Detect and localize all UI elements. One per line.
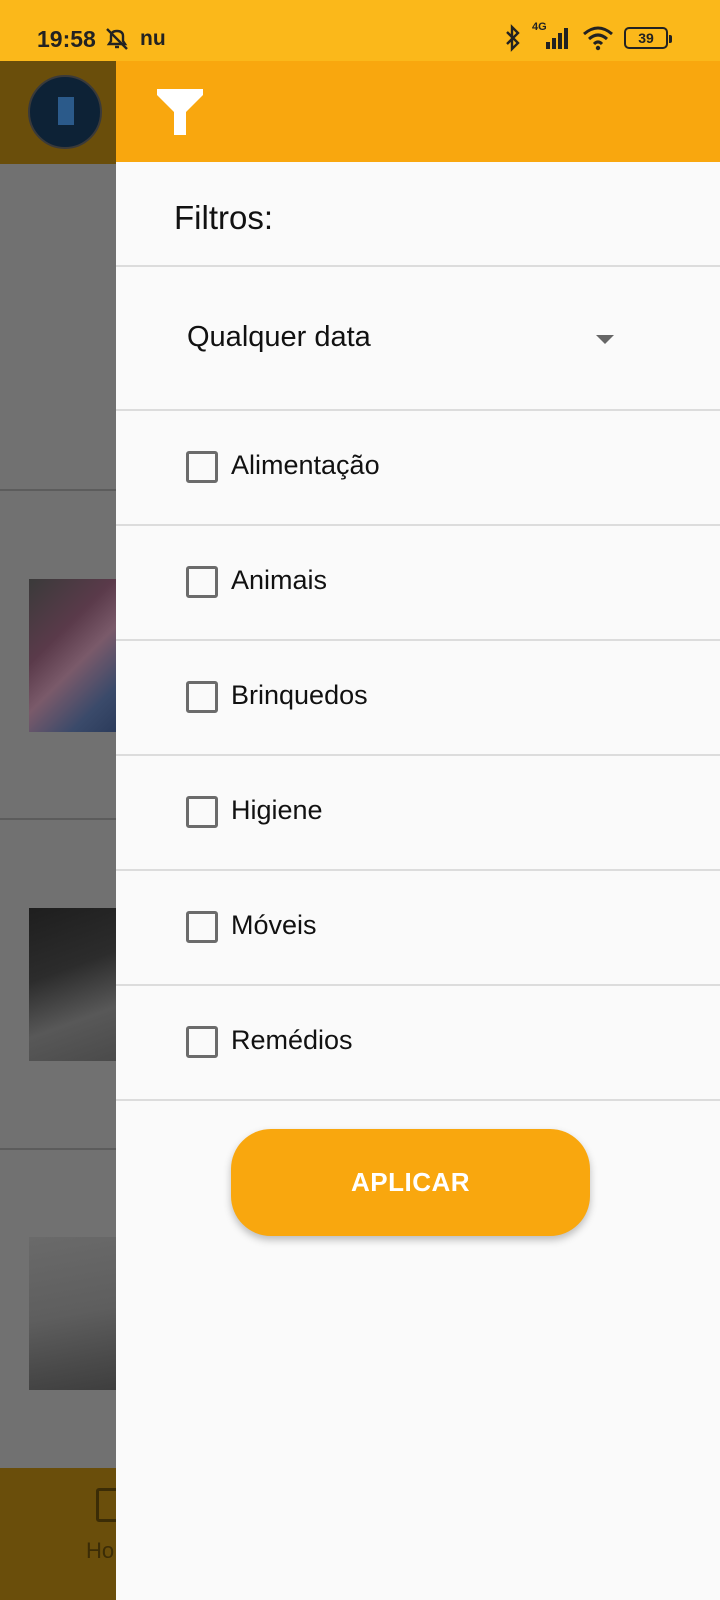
muted-alarm-icon (106, 28, 128, 50)
avatar[interactable] (28, 75, 102, 149)
background-thumbnail[interactable] (29, 579, 120, 732)
drawer-header (116, 61, 720, 162)
category-row-alimentacao[interactable]: Alimentação (116, 411, 720, 526)
bluetooth-icon (506, 24, 520, 52)
background-divider (0, 1148, 120, 1150)
checkbox[interactable] (186, 796, 218, 828)
dropdown-arrow-icon (596, 335, 614, 344)
background-thumbnail[interactable] (29, 1237, 120, 1390)
bottom-nav-label[interactable]: Ho (86, 1538, 114, 1564)
category-row-moveis[interactable]: Móveis (116, 871, 720, 986)
date-filter-dropdown[interactable]: Qualquer data (116, 267, 720, 411)
wifi-icon (583, 26, 613, 51)
category-label: Remédios (231, 1025, 353, 1055)
divider (116, 1099, 720, 1101)
status-time: 19:58 (37, 26, 96, 52)
category-label: Brinquedos (231, 680, 368, 710)
filter-icon (157, 89, 203, 135)
category-label: Móveis (231, 910, 317, 940)
category-row-animais[interactable]: Animais (116, 526, 720, 641)
background-divider (0, 818, 120, 820)
signal-icon: 4G (532, 21, 572, 51)
category-row-higiene[interactable]: Higiene (116, 756, 720, 871)
checkbox[interactable] (186, 451, 218, 483)
status-bar: 19:58 nu 4G 39 (0, 0, 720, 61)
category-label: Alimentação (231, 450, 380, 480)
checkbox[interactable] (186, 1026, 218, 1058)
battery-level: 39 (638, 30, 654, 46)
battery-icon: 39 (624, 27, 672, 49)
carrier-icon: nu (140, 27, 166, 50)
category-label: Animais (231, 565, 328, 595)
background-divider (0, 489, 120, 491)
apply-button[interactable]: APLICAR (231, 1129, 590, 1236)
filters-title: Filtros: (174, 199, 273, 236)
filter-drawer: Filtros: Qualquer data Alimentação Anima… (116, 61, 720, 1600)
category-label: Higiene (231, 795, 323, 825)
category-row-remedios[interactable]: Remédios (116, 986, 720, 1101)
category-row-brinquedos[interactable]: Brinquedos (116, 641, 720, 756)
background-thumbnail[interactable] (29, 908, 120, 1061)
date-filter-value: Qualquer data (187, 321, 371, 353)
checkbox[interactable] (186, 911, 218, 943)
checkbox[interactable] (186, 681, 218, 713)
checkbox[interactable] (186, 566, 218, 598)
